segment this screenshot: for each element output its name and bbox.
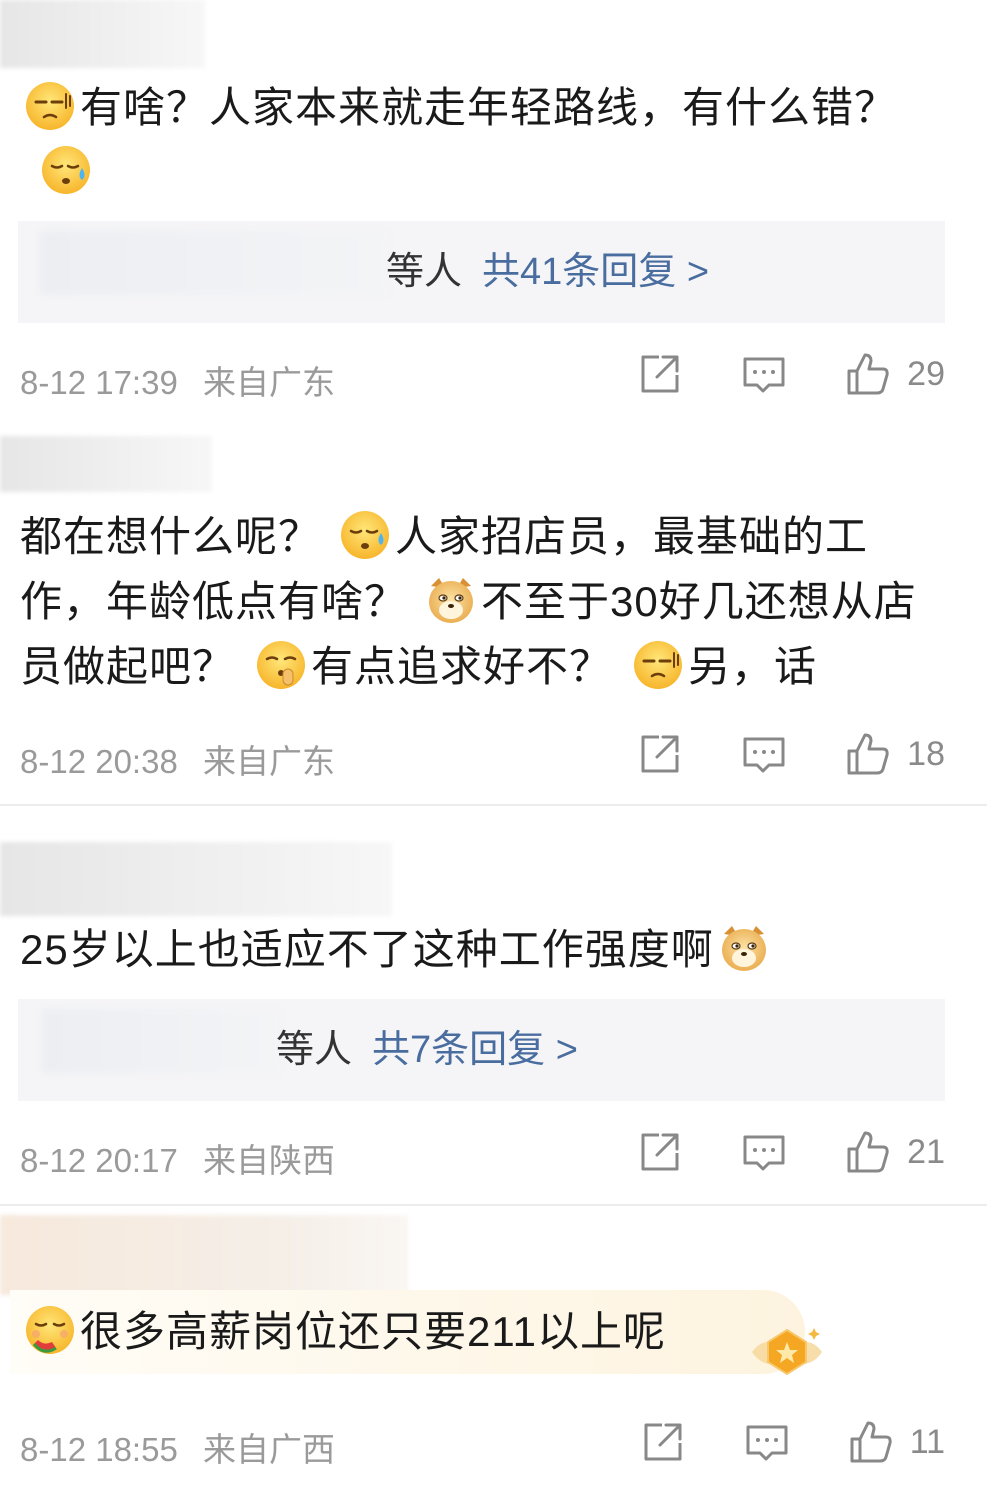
- doge-emoji-icon: [718, 922, 770, 974]
- location: 来自广东: [202, 364, 335, 401]
- comment-text: 25岁以上也适应不了这种工作强度啊: [20, 926, 714, 973]
- divider: [0, 1204, 987, 1206]
- view-replies-link[interactable]: 共7条回复 >: [372, 1029, 578, 1071]
- location: 来自广东: [202, 743, 335, 780]
- username-redacted: [0, 842, 392, 916]
- comment-meta: 8-12 17:39 来自广东: [20, 356, 335, 404]
- share-icon[interactable]: [637, 351, 683, 397]
- action-bar: 21: [637, 1129, 945, 1175]
- action-bar: 11: [640, 1419, 945, 1465]
- username-redacted: [0, 0, 205, 68]
- comment-text: 有啥？人家本来就走年轻路线，有什么错？: [80, 84, 898, 131]
- timestamp: 8-12 20:38: [20, 743, 178, 780]
- comment-icon[interactable]: [741, 351, 787, 397]
- thumbs-up-icon[interactable]: [845, 351, 891, 397]
- view-replies-link[interactable]: 共41条回复 >: [482, 251, 709, 293]
- sweat-emoji-icon: [40, 144, 92, 196]
- comment-body: 都在想什么呢？ 人家招店员，最基础的工作，年龄低点有啥？ 不至于30好几还想从店员做…: [20, 504, 950, 699]
- share-icon[interactable]: [637, 1129, 683, 1175]
- thumbs-up-icon[interactable]: [848, 1419, 894, 1465]
- timestamp: 8-12 18:55: [20, 1431, 178, 1468]
- comment-meta: 8-12 18:55 来自广西: [20, 1423, 335, 1471]
- location: 来自陕西: [202, 1142, 335, 1179]
- sigh-emoji-icon: [632, 639, 684, 691]
- reply-suffix: 等人: [276, 1029, 353, 1071]
- comment-text: 都在想什么呢？: [20, 513, 322, 560]
- like-count: 18: [907, 734, 945, 773]
- timestamp: 8-12 20:17: [20, 1142, 178, 1179]
- sweat-emoji-icon: [339, 509, 391, 561]
- replier-names-redacted: [40, 231, 388, 295]
- comment-text: 另，话: [688, 643, 818, 690]
- share-icon[interactable]: [640, 1419, 686, 1465]
- location: 来自广西: [202, 1431, 335, 1468]
- sigh-emoji-icon: [24, 80, 76, 132]
- vip-badge-icon: [752, 1328, 822, 1376]
- comment-icon[interactable]: [741, 1129, 787, 1175]
- shush-emoji-icon: [255, 639, 307, 691]
- reply-preview[interactable]: 等人 共7条回复 >: [18, 999, 945, 1101]
- comment-body: 有啥？人家本来就走年轻路线，有什么错？: [20, 76, 950, 204]
- timestamp: 8-12 17:39: [20, 364, 178, 401]
- comment-meta: 8-12 20:38 来自广东: [20, 735, 335, 783]
- comment-meta: 8-12 20:17 来自陕西: [20, 1134, 335, 1182]
- watermelon-emoji-icon: [24, 1304, 76, 1356]
- reply-suffix: 等人: [386, 251, 463, 293]
- comment-icon[interactable]: [741, 731, 787, 777]
- like-count: 29: [907, 354, 945, 393]
- action-bar: 18: [637, 731, 945, 777]
- username-redacted: [0, 1215, 408, 1295]
- like-count: 11: [909, 1422, 945, 1461]
- comment-text: 有点追求好不？: [311, 643, 613, 690]
- like-count: 21: [907, 1132, 945, 1171]
- replier-names-redacted: [42, 1009, 280, 1073]
- doge-emoji-icon: [425, 574, 477, 626]
- action-bar: 29: [637, 351, 945, 397]
- comment-icon[interactable]: [744, 1419, 790, 1465]
- share-icon[interactable]: [637, 731, 683, 777]
- thumbs-up-icon[interactable]: [845, 731, 891, 777]
- divider: [0, 804, 987, 806]
- comment-text: 很多高薪岗位还只要211以上呢: [80, 1308, 666, 1355]
- reply-preview[interactable]: 等人 共41条回复 >: [18, 221, 945, 323]
- thumbs-up-icon[interactable]: [845, 1129, 891, 1175]
- comment-body: 25岁以上也适应不了这种工作强度啊: [20, 918, 950, 982]
- username-redacted: [0, 436, 212, 492]
